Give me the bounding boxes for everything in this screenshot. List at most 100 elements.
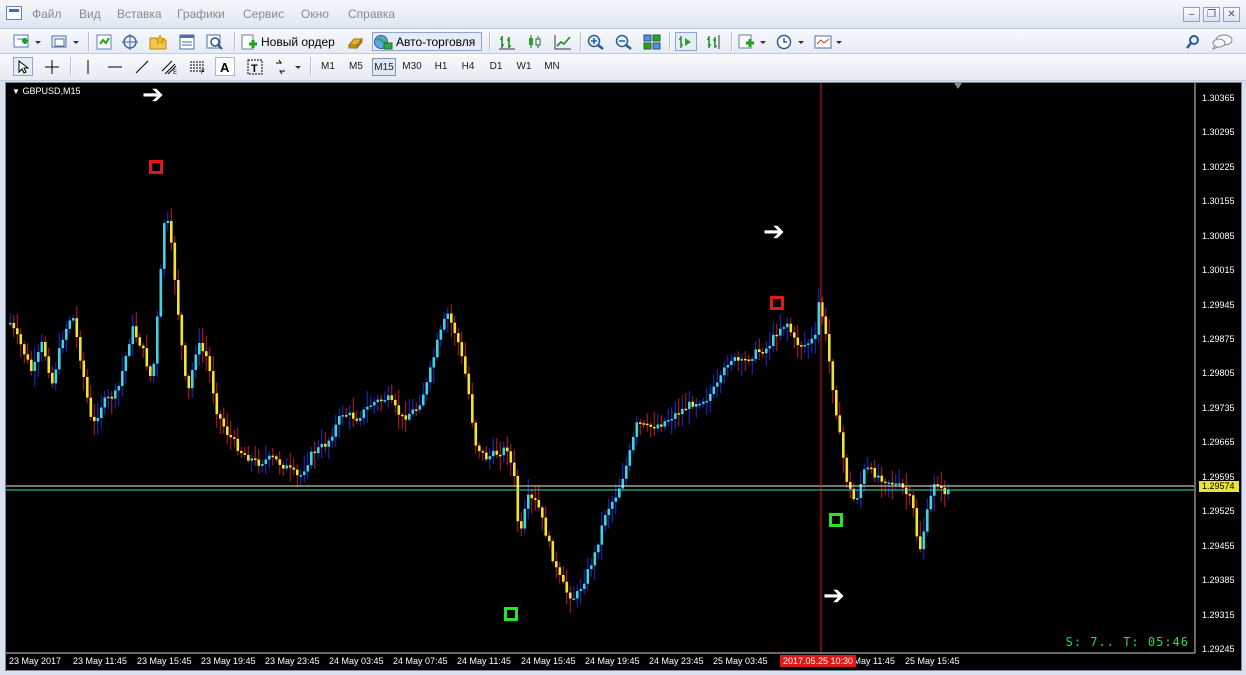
text-tool-button[interactable]: A xyxy=(215,57,235,76)
candle-body xyxy=(716,382,719,387)
timeframe-mn-button[interactable]: MN xyxy=(540,58,564,76)
candle-body xyxy=(226,426,229,436)
timeframe-m5-button[interactable]: M5 xyxy=(345,58,367,76)
candle-body xyxy=(880,475,884,482)
candle-body xyxy=(208,356,212,372)
candle-body xyxy=(558,567,562,575)
candle-body xyxy=(138,337,142,346)
candle-body xyxy=(23,344,26,355)
templates-button[interactable] xyxy=(813,32,845,51)
symbol-label: ▼ GBPUSD,M15 xyxy=(12,86,80,96)
strategy-tester-button[interactable] xyxy=(205,32,225,51)
data-window-button[interactable] xyxy=(120,32,140,51)
autotrading-globe-icon xyxy=(374,34,393,49)
restore-button[interactable]: ❐ xyxy=(1203,7,1220,22)
price-tick: 1.29245 xyxy=(1202,644,1235,654)
new-order-button[interactable]: Новый ордер xyxy=(240,32,340,51)
candlestick-chart[interactable] xyxy=(6,83,1241,670)
candle-body xyxy=(579,589,583,592)
candle-body xyxy=(940,486,943,488)
timeframe-h4-button[interactable]: H4 xyxy=(457,58,479,76)
trendline-tool-button[interactable] xyxy=(131,57,153,76)
candle-body xyxy=(89,397,93,417)
chart-window[interactable]: ▼ GBPUSD,M15 ➔ ➔ ➔ 1.30365 1.30295 1.302… xyxy=(5,82,1242,671)
profiles-button[interactable] xyxy=(50,32,82,51)
candle-body xyxy=(740,358,744,361)
candle-body xyxy=(702,401,705,404)
candle-body xyxy=(478,445,481,452)
timeframe-h1-button[interactable]: H1 xyxy=(430,58,452,76)
autotrading-button[interactable]: Авто-торговля xyxy=(372,32,482,51)
menu-charts[interactable]: Графики xyxy=(177,7,225,21)
timeframe-w1-button[interactable]: W1 xyxy=(513,58,535,76)
periods-button[interactable] xyxy=(775,32,807,51)
timeframe-m30-button[interactable]: M30 xyxy=(400,58,424,76)
tile-windows-button[interactable] xyxy=(641,32,663,51)
candle-body xyxy=(642,423,646,425)
text-label-tool-button[interactable]: T xyxy=(244,57,266,76)
candle-body xyxy=(373,402,376,406)
menu-window[interactable]: Окно xyxy=(301,7,329,21)
vertical-line-tool-button[interactable] xyxy=(77,57,99,76)
candle-body xyxy=(198,342,201,355)
indicators-button[interactable] xyxy=(737,32,769,51)
menu-insert[interactable]: Вставка xyxy=(117,7,162,21)
market-watch-button[interactable] xyxy=(94,32,114,51)
chart-shift-marker[interactable] xyxy=(954,83,962,89)
close-button[interactable]: ✕ xyxy=(1223,7,1240,22)
candle-body xyxy=(117,386,121,391)
candle-body xyxy=(891,482,894,485)
candle-body xyxy=(555,561,558,568)
search-button[interactable] xyxy=(1184,32,1202,51)
candle-body xyxy=(187,375,191,389)
menu-view[interactable]: Вид xyxy=(79,7,101,21)
timeframe-m15-button[interactable]: M15 xyxy=(372,58,396,76)
price-tick: 1.30365 xyxy=(1202,93,1235,103)
line-chart-button[interactable] xyxy=(552,32,574,51)
equidistant-channel-tool-button[interactable]: E xyxy=(159,57,181,76)
candle-body xyxy=(341,415,345,417)
candle-body xyxy=(719,375,723,383)
menu-tools[interactable]: Сервис xyxy=(243,7,284,21)
candle-body xyxy=(306,465,310,472)
candle-body xyxy=(103,397,107,408)
candlestick-chart-button[interactable] xyxy=(524,32,546,51)
candle-body xyxy=(593,552,597,566)
minimize-button[interactable]: ‒ xyxy=(1183,7,1200,22)
candle-body xyxy=(534,498,537,500)
bar-chart-button[interactable] xyxy=(496,32,518,51)
chart-shift-button[interactable] xyxy=(703,32,725,51)
zoom-in-button[interactable] xyxy=(585,32,607,51)
experts-button[interactable] xyxy=(346,32,366,51)
candle-body xyxy=(68,320,72,329)
candle-body xyxy=(320,443,324,448)
arrows-tool-button[interactable] xyxy=(272,57,304,76)
timeframe-d1-button[interactable]: D1 xyxy=(485,58,507,76)
horizontal-line-tool-button[interactable] xyxy=(104,57,126,76)
chart-menu-triangle-icon[interactable]: ▼ xyxy=(12,87,20,96)
cursor-tool-button[interactable] xyxy=(13,57,33,76)
new-chart-button[interactable] xyxy=(12,32,44,51)
candle-body xyxy=(796,337,800,346)
menu-help[interactable]: Справка xyxy=(348,7,395,21)
candle-body xyxy=(551,541,555,562)
fibonacci-tool-button[interactable]: F xyxy=(187,57,209,76)
candle-body xyxy=(9,322,12,325)
app-icon[interactable] xyxy=(6,6,22,20)
navigator-button[interactable] xyxy=(148,32,168,51)
terminal-button[interactable] xyxy=(177,32,197,51)
zoom-out-button[interactable] xyxy=(613,32,635,51)
candle-body xyxy=(376,399,380,403)
candle-body xyxy=(835,390,838,416)
candle-body xyxy=(429,367,432,383)
candle-body xyxy=(128,344,131,356)
candle-body xyxy=(366,406,369,410)
search-icon xyxy=(1186,34,1199,49)
crosshair-tool-button[interactable] xyxy=(41,57,63,76)
candle-body xyxy=(590,565,593,570)
menu-file[interactable]: Файл xyxy=(32,7,62,21)
chat-button[interactable] xyxy=(1210,32,1234,51)
autoscroll-button[interactable] xyxy=(675,32,697,51)
timeframe-m1-button[interactable]: M1 xyxy=(317,58,339,76)
zoom-in-icon xyxy=(587,34,604,50)
